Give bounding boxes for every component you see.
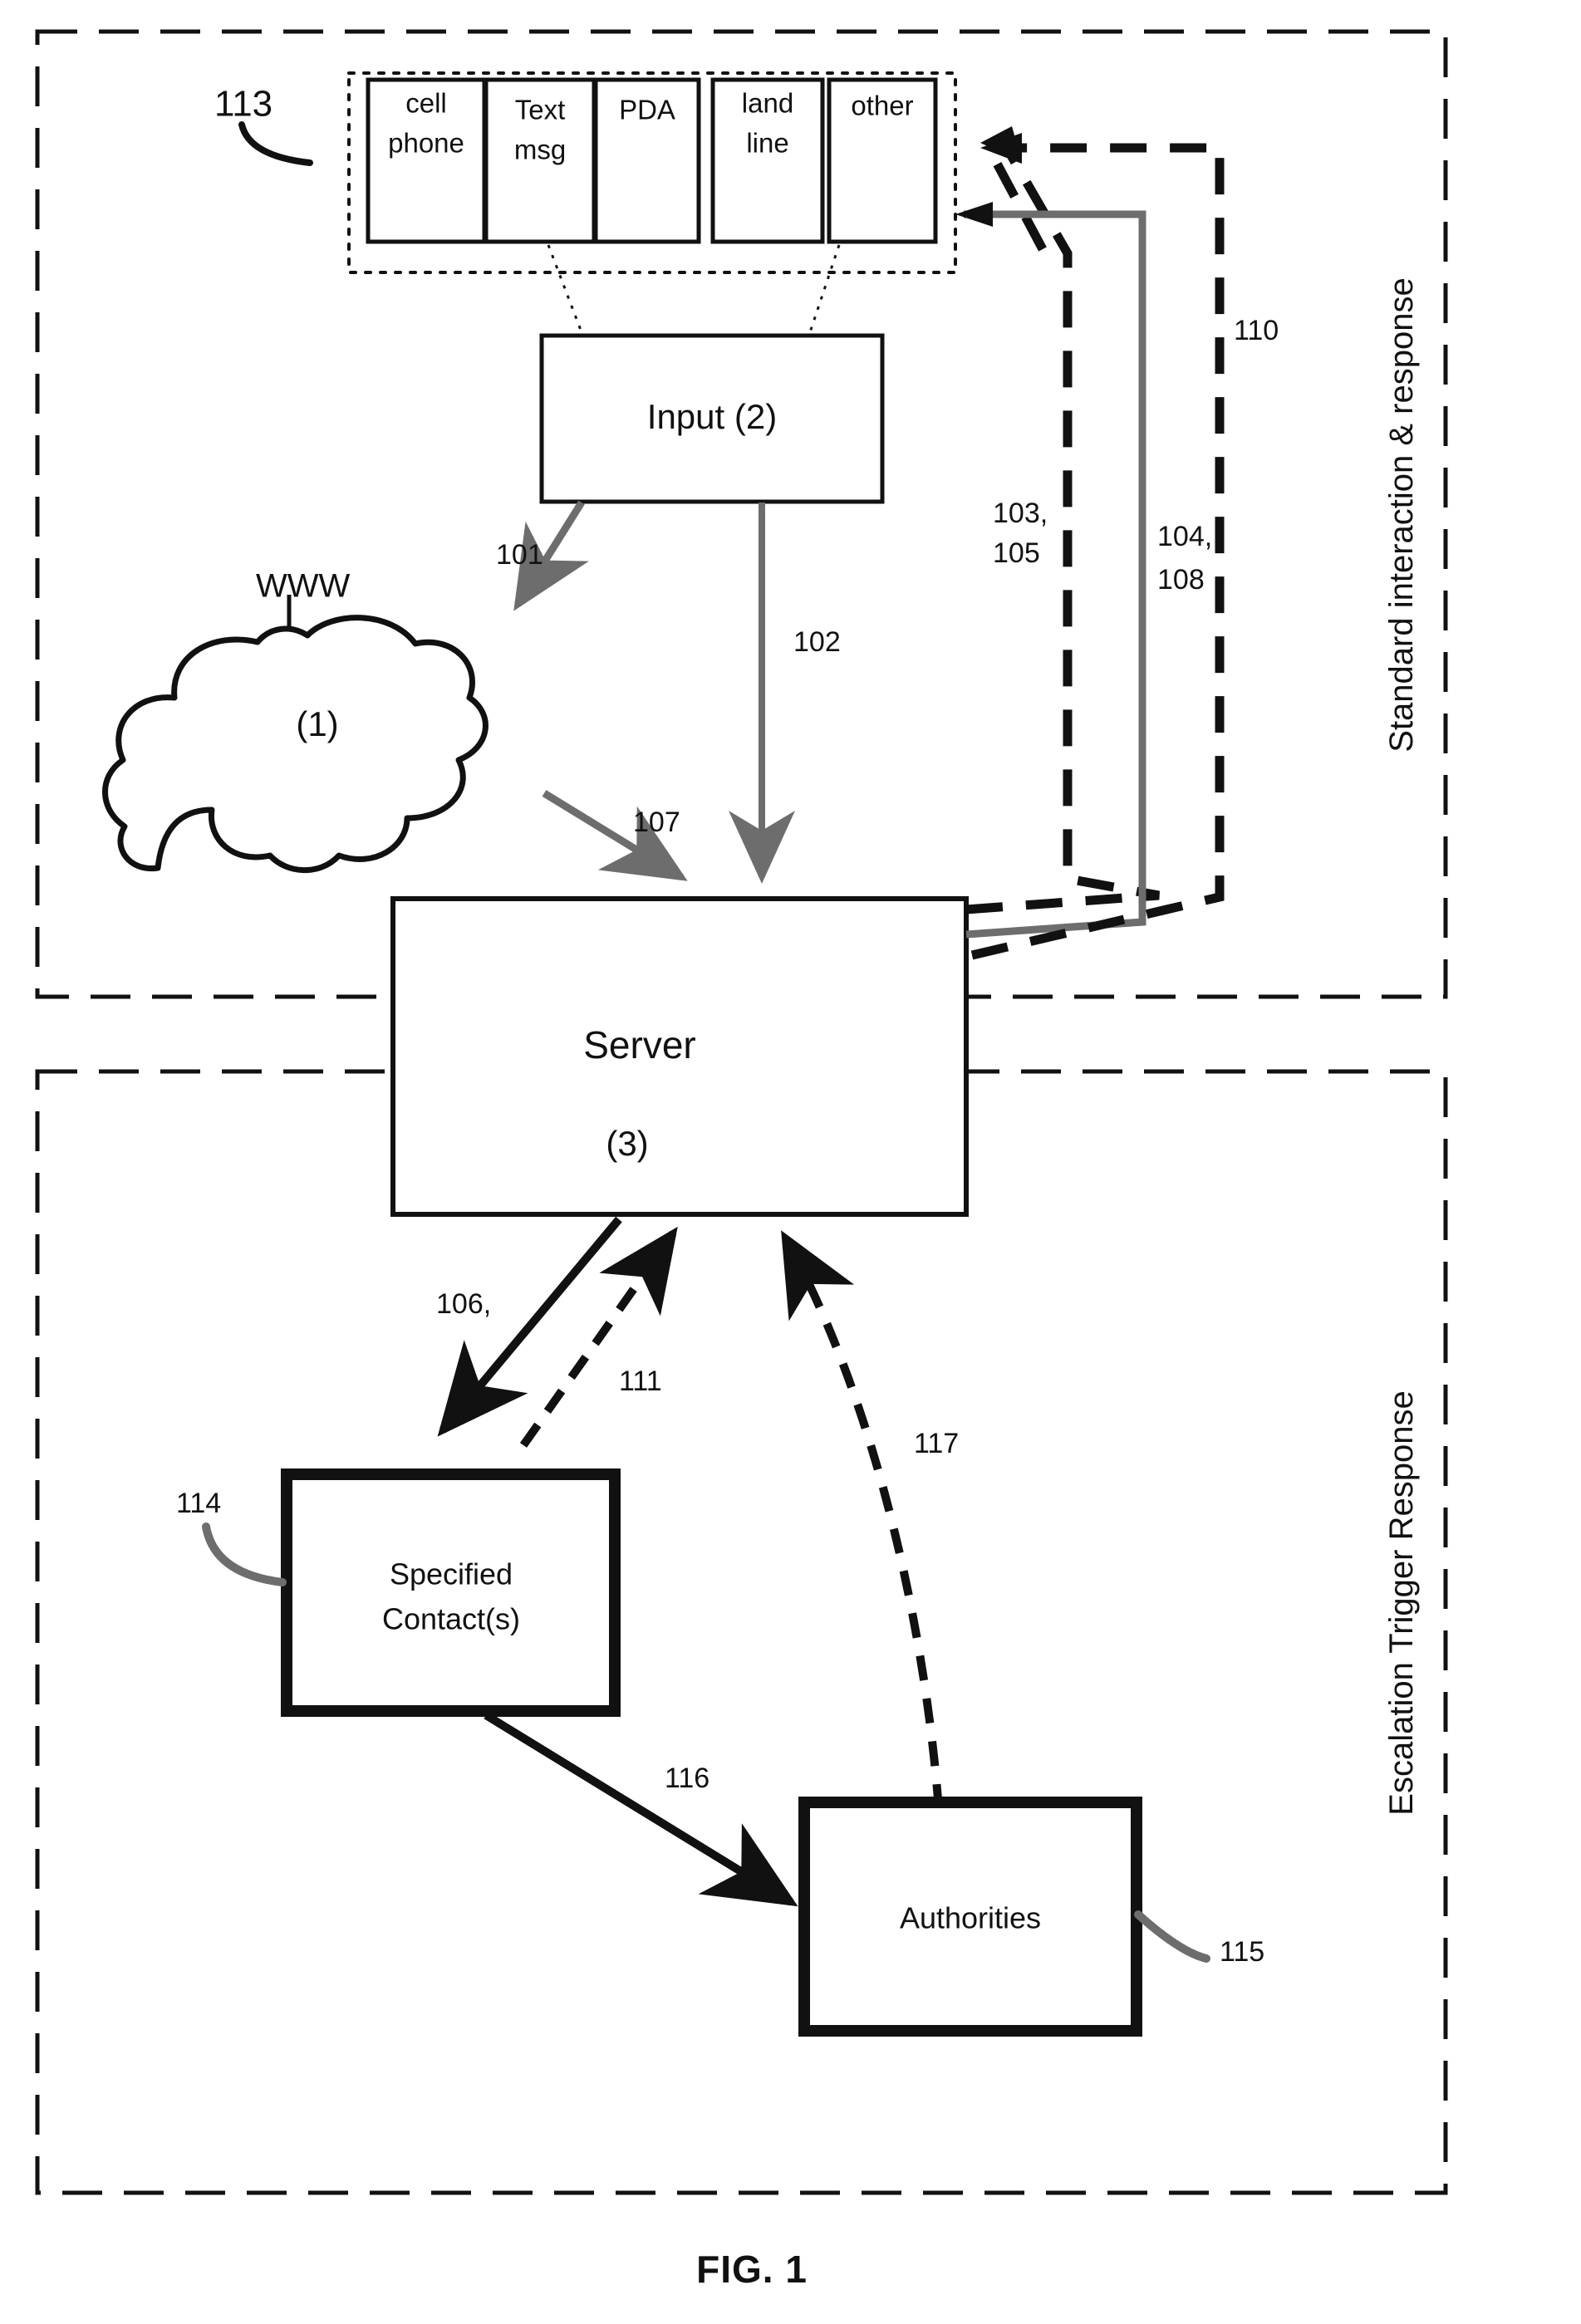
ref-106: 106, — [436, 1288, 491, 1320]
server-box-label: Server — [583, 1023, 695, 1066]
ref-116: 116 — [665, 1763, 709, 1794]
figure-1-diagram: cell phone Text msg PDA land line other … — [35, 29, 1448, 2291]
device-label-other: other — [851, 91, 913, 121]
ref-102: 102 — [793, 626, 841, 658]
leader-other-to-input — [808, 244, 841, 333]
connector-111 — [519, 1226, 678, 1448]
device-label-pda: PDA — [619, 95, 675, 125]
connector-106 — [437, 1216, 622, 1437]
device-label-text-msg-line2: msg — [514, 135, 566, 165]
device-label-land-line-line2: line — [746, 128, 788, 159]
cloud-label-number: (1) — [296, 704, 338, 743]
www-label: WWW — [256, 568, 351, 605]
leader-line-113 — [238, 121, 313, 166]
connector-117 — [781, 1230, 943, 1810]
specified-contacts-label-line2: Contact(s) — [382, 1602, 520, 1636]
device-label-cell-phone-line2: phone — [388, 128, 464, 159]
device-label-land-line-line1: land — [742, 88, 793, 119]
www-cloud — [102, 615, 489, 874]
patent-figure-page: cell phone Text msg PDA land line other … — [0, 0, 1581, 2324]
authorities-label: Authorities — [900, 1901, 1041, 1935]
server-box-number: (3) — [606, 1124, 648, 1163]
device-label-text-msg-line1: Text — [515, 95, 566, 125]
ref-111: 111 — [619, 1365, 662, 1397]
ref-104: 104, — [1157, 521, 1212, 552]
section-frame-lower — [35, 1069, 1448, 2195]
specified-contacts-label-line1: Specified — [390, 1557, 513, 1591]
figure-caption: FIG. 1 — [696, 2248, 808, 2291]
ref-107: 107 — [633, 807, 680, 838]
ref-108: 108 — [1157, 564, 1205, 596]
section-label-lower: Escalation Trigger Response — [1383, 1390, 1420, 1815]
leader-text-msg-to-input — [547, 244, 583, 333]
ref-113: 113 — [214, 84, 273, 125]
input-box-label: Input (2) — [647, 397, 777, 436]
specified-contacts-box[interactable] — [281, 1468, 621, 1717]
arrowhead-104-108 — [955, 202, 993, 227]
ref-101: 101 — [496, 539, 543, 571]
ref-117: 117 — [914, 1428, 959, 1459]
leader-line-115 — [1134, 1910, 1210, 1963]
ref-105: 105 — [993, 537, 1040, 569]
connector-116 — [484, 1711, 798, 1907]
leader-line-114 — [202, 1522, 287, 1586]
ref-110: 110 — [1234, 315, 1279, 346]
connector-104-108 — [964, 210, 1146, 939]
ref-103: 103, — [993, 498, 1048, 529]
section-label-upper: Standard interaction & response — [1383, 277, 1420, 752]
ref-114: 114 — [176, 1488, 221, 1519]
ref-115: 115 — [1220, 1936, 1264, 1968]
device-label-cell-phone-line1: cell — [405, 88, 447, 119]
